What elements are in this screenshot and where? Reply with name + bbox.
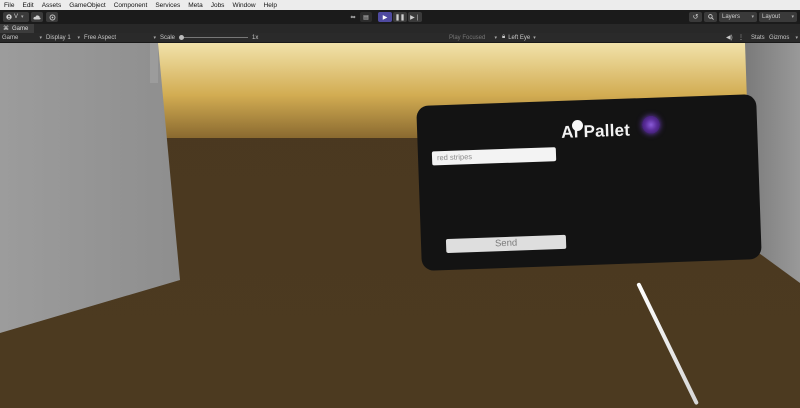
purple-orb-logo-icon: [641, 115, 661, 135]
meta-button[interactable]: ∞: [346, 12, 360, 22]
chevron-down-icon: ▾: [21, 14, 24, 20]
play-focused-label: Play Focused: [449, 34, 486, 41]
meta-icon: ∞: [350, 13, 356, 21]
display-label: Display 1: [46, 34, 71, 41]
history-icon: ↺: [692, 14, 699, 21]
menu-window[interactable]: Window: [228, 2, 259, 9]
menu-component[interactable]: Component: [110, 2, 152, 9]
scene-button[interactable]: ▤: [360, 12, 372, 22]
account-label: V: [14, 14, 19, 20]
menu-jobs[interactable]: Jobs: [207, 2, 229, 9]
chevron-down-icon: ▾: [153, 34, 156, 41]
aspect-dropdown[interactable]: Free Aspect ▾: [84, 33, 156, 42]
eye-label: Left Eye: [508, 34, 531, 41]
tab-game-label: Game: [12, 25, 29, 32]
pause-button[interactable]: ❚❚: [393, 12, 407, 22]
mode-dropdown[interactable]: Game ▾: [2, 33, 42, 42]
stats-button[interactable]: Stats: [751, 33, 765, 42]
layers-label: Layers: [722, 14, 741, 20]
menu-meta[interactable]: Meta: [184, 2, 206, 9]
scene-icon: ▤: [363, 14, 369, 21]
display-dropdown[interactable]: Display 1 ▾: [46, 33, 80, 42]
send-button[interactable]: Send: [445, 234, 567, 254]
lock-icon: 🔒︎: [502, 34, 506, 40]
chevron-down-icon: ▾: [751, 14, 754, 20]
search-icon: [707, 14, 714, 20]
account-button[interactable]: V ▾: [3, 12, 29, 22]
chevron-down-icon: ▾: [39, 34, 42, 41]
game-controller-icon: ⌘: [3, 26, 9, 32]
menu-assets[interactable]: Assets: [38, 2, 66, 9]
layout-dropdown[interactable]: Layout ▾: [759, 12, 797, 22]
layers-dropdown[interactable]: Layers ▾: [719, 12, 757, 22]
menu-bar: File Edit Assets GameObject Component Se…: [0, 0, 800, 10]
chevron-down-icon: ▾: [795, 34, 798, 41]
eye-dropdown[interactable]: 🔒︎ Left Eye ▾: [502, 33, 552, 42]
gizmos-label: Gizmos: [769, 34, 790, 41]
collab-button[interactable]: [46, 12, 58, 22]
speaker-icon: ◀): [726, 35, 733, 41]
menu-file[interactable]: File: [0, 2, 18, 9]
ai-pallet-panel: Ai Pallet red stripes Send: [416, 94, 762, 271]
main-toolbar: V ▾ ∞ ▤ ▶ ❚❚ ▶❘ ↺ Layers ▾ Layout ▾: [0, 10, 800, 24]
settings-icon: ⋮: [738, 35, 744, 41]
settings-button[interactable]: ⋮: [738, 33, 744, 42]
tab-bar: ⌘ Game: [0, 24, 800, 33]
prompt-input[interactable]: red stripes: [431, 147, 557, 166]
tab-game[interactable]: ⌘ Game: [0, 24, 35, 33]
menu-edit[interactable]: Edit: [18, 2, 37, 9]
menu-help[interactable]: Help: [260, 2, 281, 9]
cloud-icon: [33, 14, 41, 19]
pause-icon: ❚❚: [394, 14, 406, 21]
scale-value: 1x: [252, 34, 259, 41]
scale-slider[interactable]: [179, 33, 248, 42]
history-button[interactable]: ↺: [689, 12, 702, 22]
step-button[interactable]: ▶❘: [408, 12, 422, 22]
cloud-button[interactable]: [31, 12, 43, 22]
chevron-down-icon: ▾: [494, 34, 497, 41]
step-icon: ▶❘: [410, 14, 420, 21]
account-icon: [6, 14, 12, 20]
play-button[interactable]: ▶: [378, 12, 392, 22]
menu-gameobject[interactable]: GameObject: [65, 2, 110, 9]
search-button[interactable]: [704, 12, 717, 22]
play-icon: ▶: [382, 14, 388, 21]
scale-label: Scale: [160, 34, 176, 41]
chevron-down-icon: ▾: [791, 14, 794, 20]
layout-label: Layout: [762, 14, 781, 20]
play-focused-dropdown[interactable]: Play Focused ▾: [449, 33, 497, 42]
chevron-down-icon: ▾: [533, 34, 536, 41]
mode-label: Game: [2, 34, 19, 41]
gizmos-dropdown[interactable]: Gizmos ▾: [769, 33, 798, 42]
game-view-toolbar: Game ▾ Display 1 ▾ Free Aspect ▾ Scale 1…: [0, 33, 800, 43]
menu-services[interactable]: Services: [151, 2, 184, 9]
scale-slider-handle[interactable]: [179, 35, 184, 40]
aspect-label: Free Aspect: [84, 34, 117, 41]
chevron-down-icon: ▾: [77, 34, 80, 41]
gear-icon: [49, 14, 55, 20]
mute-audio-button[interactable]: ◀): [726, 33, 733, 42]
scale-slider-track: [179, 35, 248, 40]
pointer-cursor: [572, 120, 583, 131]
